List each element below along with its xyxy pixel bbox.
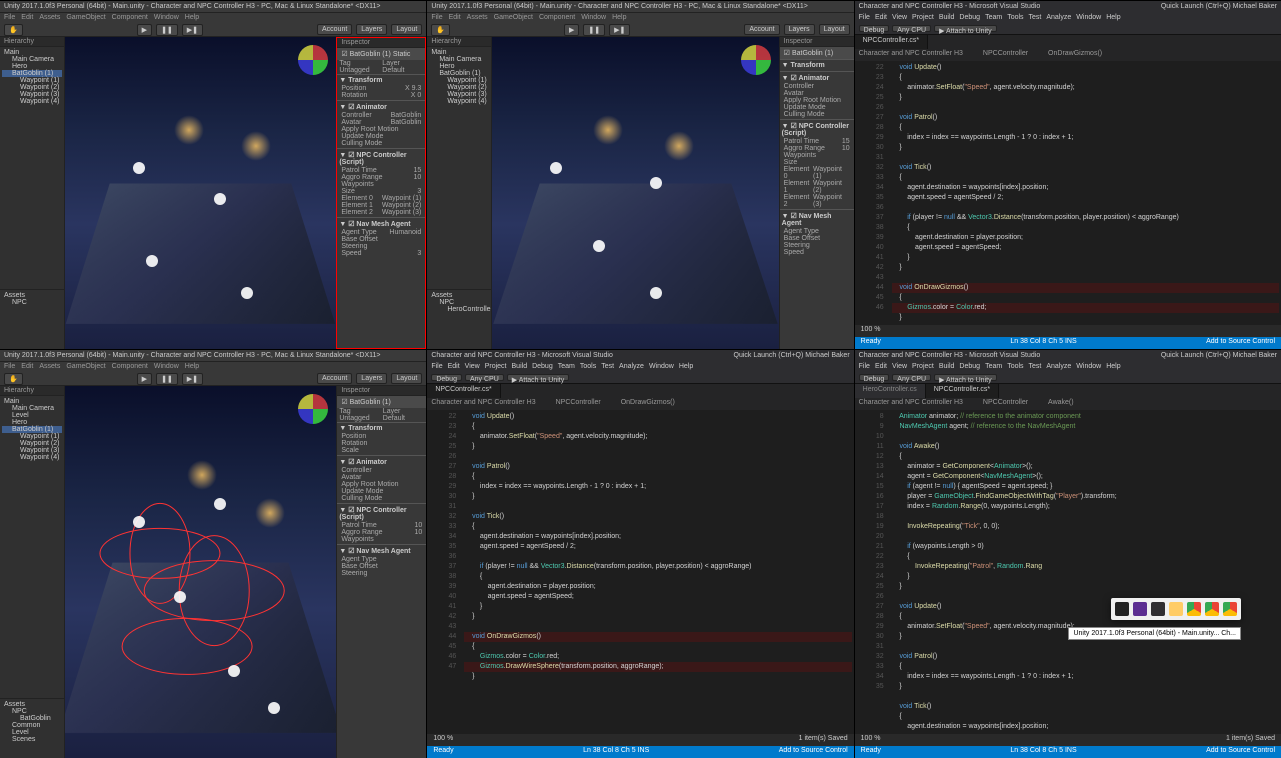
taskbar-vs-icon[interactable] <box>1133 602 1147 616</box>
unity-panel-7: Unity 2017.1.0f3 Personal (64bit) - Main… <box>0 350 426 758</box>
vs-panel-1: Character and NPC Controller H3 - Micros… <box>855 1 1281 349</box>
taskbar-chrome-icon[interactable] <box>1187 602 1201 616</box>
quick-launch[interactable]: Quick Launch (Ctrl+Q) <box>1161 3 1231 10</box>
taskbar-thumbnails[interactable] <box>1111 598 1241 620</box>
unity-panel-5: Unity 2017.1.0f3 Personal (64bit) - Main… <box>427 1 853 349</box>
tab-npc[interactable]: NPCController.cs* <box>855 35 928 49</box>
taskbar-obs-icon[interactable] <box>1151 602 1165 616</box>
taskbar-folder-icon[interactable] <box>1169 602 1183 616</box>
code-editor[interactable]: 2223242526272829303132333435363738394041… <box>855 61 1281 325</box>
taskbar-unity-icon[interactable] <box>1115 602 1129 616</box>
vs-panel-2: Character and NPC Controller H3 - Micros… <box>427 350 853 758</box>
unity-panel-4: Unity 2017.1.0f3 Personal (64bit) - Main… <box>0 1 426 349</box>
taskbar-tooltip: Unity 2017.1.0f3 Personal (64bit) - Main… <box>1068 627 1241 640</box>
taskbar-chrome-icon-3[interactable] <box>1223 602 1237 616</box>
taskbar-chrome-icon-2[interactable] <box>1205 602 1219 616</box>
vs-panel-3: Character and NPC Controller H3 - Micros… <box>855 350 1281 758</box>
